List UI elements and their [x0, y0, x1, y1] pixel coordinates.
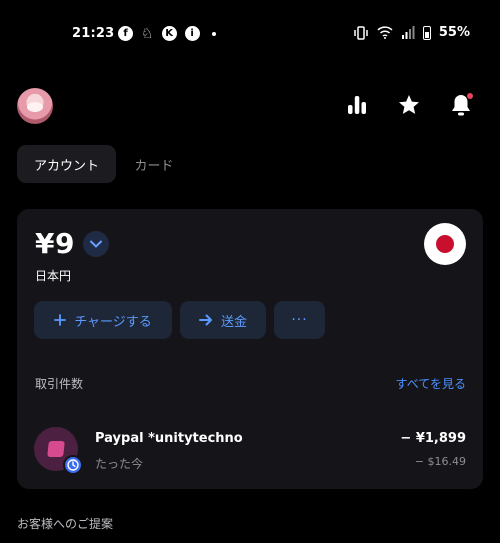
- suggestions-heading: お客様へのご提案: [17, 517, 114, 531]
- status-time: 21:23: [72, 26, 115, 41]
- bell-icon[interactable]: [448, 92, 474, 118]
- transactions-label: 取引件数: [35, 377, 84, 391]
- tab-account[interactable]: アカウント: [17, 145, 116, 183]
- account-card: ¥9 日本円 チャージする 送金 ··· 取引件数 すべてを見る Paypal …: [17, 209, 483, 489]
- arrow-right-icon: [198, 314, 212, 326]
- more-notifications-dot: [211, 31, 216, 36]
- charge-button-label: チャージする: [74, 314, 152, 330]
- k-icon: K: [161, 26, 177, 41]
- more-icon: ···: [291, 312, 308, 328]
- wifi-icon: [377, 26, 393, 39]
- pending-clock-icon: [63, 455, 83, 475]
- status-system-icons: 55%: [353, 25, 470, 40]
- chevron-down-icon[interactable]: [83, 231, 109, 257]
- send-button[interactable]: 送金: [180, 301, 266, 339]
- info-icon: i: [184, 26, 200, 41]
- status-bar: 21:23 f ♘ K i 55%: [0, 0, 500, 70]
- transaction-time: たった今: [95, 457, 144, 471]
- avatar[interactable]: [17, 88, 53, 124]
- transaction-merchant: Paypal *unitytechno: [95, 431, 243, 446]
- currency-name: 日本円: [35, 269, 72, 283]
- send-button-label: 送金: [220, 314, 247, 330]
- japan-flag-button[interactable]: [424, 223, 466, 265]
- transaction-amount: − ¥1,899: [400, 431, 466, 446]
- battery-percent: 55%: [438, 25, 470, 40]
- vibrate-icon: [354, 25, 368, 40]
- app-icon: ♘: [141, 25, 154, 42]
- tab-card[interactable]: カード: [120, 145, 188, 183]
- transaction-amount-usd: − $16.49: [414, 455, 466, 468]
- signal-icon: [401, 26, 415, 39]
- balance-amount: ¥9: [35, 227, 75, 260]
- star-icon[interactable]: [396, 92, 422, 118]
- facebook-icon: f: [118, 26, 133, 41]
- status-notification-icons: f ♘ K i: [118, 25, 216, 42]
- see-all-link[interactable]: すべてを見る: [396, 375, 466, 392]
- stats-icon[interactable]: [344, 92, 370, 118]
- transaction-row[interactable]: Paypal *unitytechno たった今 − ¥1,899 − $16.…: [17, 421, 483, 477]
- japan-flag-icon: [436, 235, 454, 253]
- battery-icon: [422, 25, 431, 40]
- more-button[interactable]: ···: [274, 301, 325, 339]
- charge-button[interactable]: チャージする: [34, 301, 172, 339]
- plus-icon: [54, 314, 67, 326]
- notification-dot: [467, 93, 473, 99]
